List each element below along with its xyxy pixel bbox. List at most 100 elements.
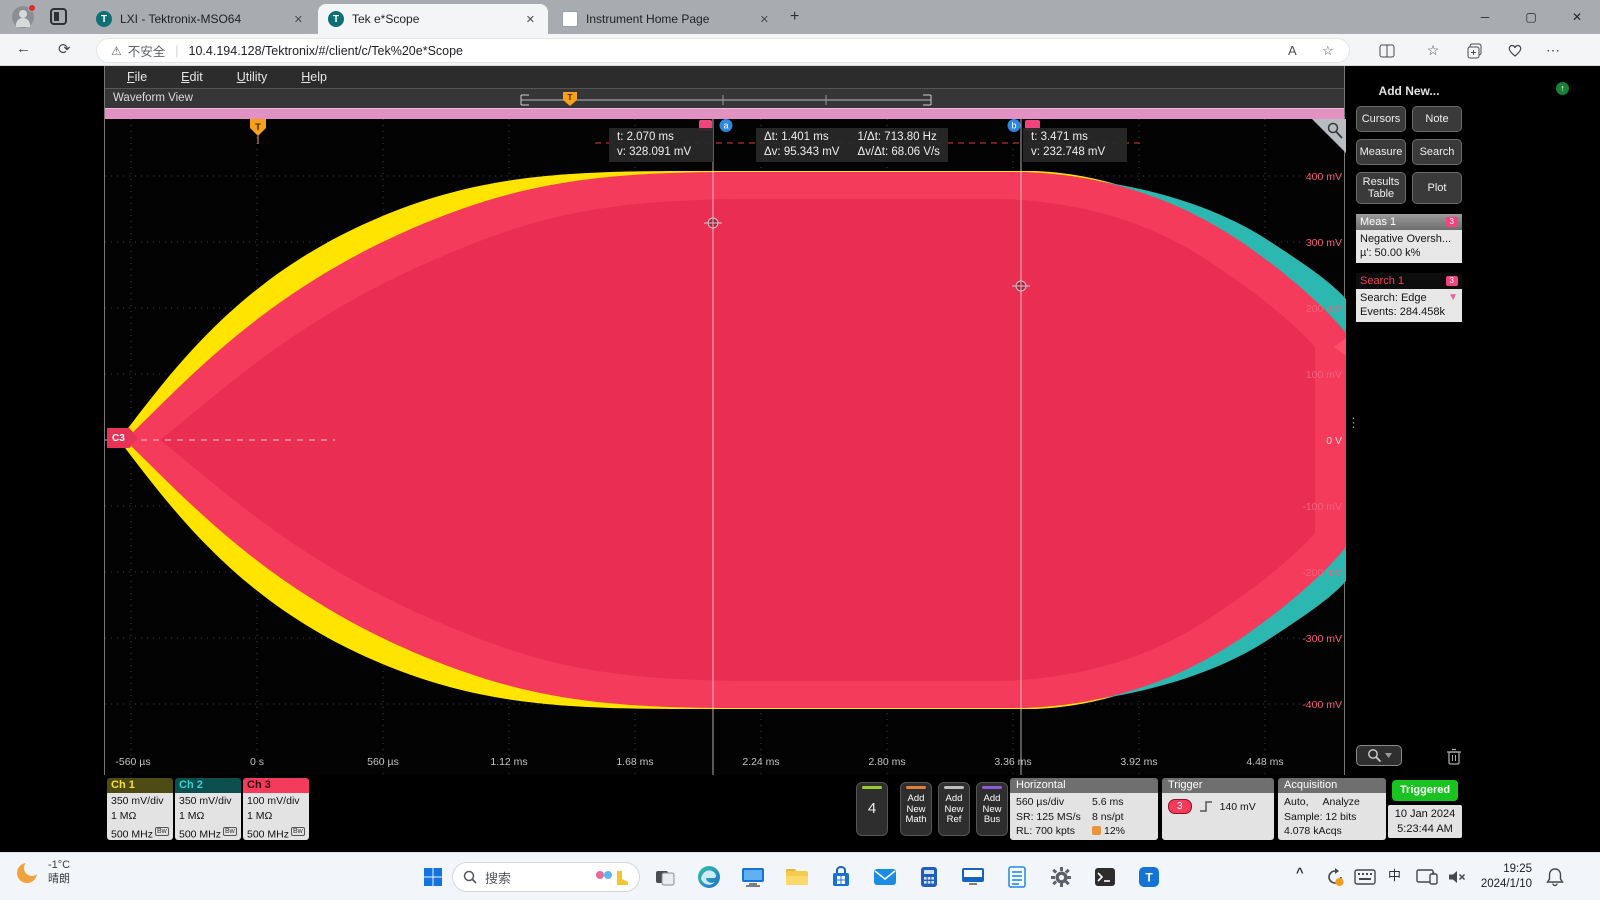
acquisition-title: Acquisition [1278,778,1386,793]
svg-text:560 µs: 560 µs [367,756,399,768]
mail-icon[interactable] [872,864,898,890]
zoom-mode-button[interactable] [1356,745,1402,766]
menu-utility[interactable]: Utility [237,70,268,84]
ch1-badge[interactable]: Ch 1 350 mV/div 1 MΩ 500 MHzBw [107,778,173,840]
menu-edit[interactable]: Edit [181,70,203,84]
results-table-button[interactable]: Results Table [1356,172,1406,204]
add-new-ref-button[interactable]: AddNewRef [938,782,970,836]
svg-text:-560 µs: -560 µs [115,756,150,768]
vertical-scroll-handle[interactable]: ⋮ [1347,418,1355,427]
ch3-badge[interactable]: Ch 3 100 mV/div 1 MΩ 500 MHzBw [243,778,309,840]
update-available-badge[interactable]: ↑ [1556,82,1569,95]
new-tab-button[interactable]: + [790,8,799,26]
tab-close-icon[interactable]: ✕ [757,13,772,26]
measure-button[interactable]: Measure [1356,139,1406,165]
notifications-bell-icon[interactable] [1542,864,1568,890]
search-placeholder: 搜索 [485,868,587,887]
search-button[interactable]: Search [1412,139,1462,165]
waveform-graticule[interactable]: T a [105,119,1344,775]
edge-icon[interactable] [696,864,722,890]
zoom-overview-strip[interactable] [105,108,1344,119]
taskbar-clock[interactable]: 19:25 2024/1/10 [1476,862,1532,892]
trigger-position-flag[interactable]: T [250,119,266,144]
ch2-badge[interactable]: Ch 2 350 mV/div 1 MΩ 500 MHzBw [175,778,241,840]
bandwidth-limit-icon: Bw [291,827,305,836]
plot-button[interactable]: Plot [1412,172,1462,204]
meas1-badge[interactable]: Meas 1 3 Negative Oversh... µ': 50.00 k% [1356,214,1462,263]
terminal-icon[interactable] [1092,864,1118,890]
menu-file[interactable]: File [127,70,147,84]
update-pending-icon[interactable] [1322,864,1348,890]
svg-text:0 s: 0 s [250,756,264,768]
add-new-math-button[interactable]: AddNewMath [900,782,932,836]
split-screen-icon[interactable] [1378,42,1396,60]
svg-text:2.80 ms: 2.80 ms [868,756,905,768]
tab-escope[interactable]: T Tek e*Scope ✕ [318,4,548,34]
menu-help[interactable]: Help [301,70,327,84]
tab-close-icon[interactable]: ✕ [523,13,538,26]
profile-avatar[interactable] [12,6,34,28]
back-button[interactable]: ← [16,40,31,57]
volume-muted-icon[interactable] [1444,864,1470,890]
horizontal-position-icon [1092,826,1101,835]
trigger-source-pill: 3 [1168,799,1192,814]
remote-display-icon[interactable] [960,864,986,890]
acquisition-badge[interactable]: Acquisition Auto, Analyze Sample: 12 bit… [1278,778,1386,840]
read-aloud-icon[interactable]: A [1288,43,1297,58]
cursor-delta-readout: Δt: 1.401 ms1/Δt: 713.80 Hz Δv: 95.343 m… [756,128,948,162]
teams-icon[interactable]: T [1136,864,1162,890]
caret-down-icon [1385,753,1392,758]
display-settings-icon[interactable] [740,864,766,890]
calculator-icon[interactable] [916,864,942,890]
file-explorer-icon[interactable] [784,864,810,890]
settings-icon[interactable] [1048,864,1074,890]
acquisition-analyze: Analyze [1323,795,1360,810]
acquisition-sample: Sample: 12 bits [1284,810,1380,825]
favorites-bar-icon[interactable]: ☆ [1424,42,1442,60]
svg-text:b: b [1011,121,1016,131]
record-overview-bar[interactable]: T [517,91,937,107]
favorite-star-icon[interactable]: ☆ [1322,43,1334,59]
cast-device-icon[interactable] [1414,864,1440,890]
meas1-name: Negative Oversh... [1360,232,1458,246]
search1-dropdown-icon[interactable]: ▼ [1448,291,1458,305]
tab-close-icon[interactable]: ✕ [291,13,306,26]
triggered-status: Triggered [1392,780,1458,801]
ime-indicator[interactable]: 中 [1388,865,1401,884]
maximize-button[interactable]: ▢ [1508,0,1554,34]
menu-bar: File Edit Utility Help [105,66,1344,88]
taskbar-search[interactable]: 搜索 [452,862,640,892]
minimize-button[interactable]: ─ [1462,0,1508,34]
search1-title: Search 1 [1360,275,1404,287]
horizontal-badge[interactable]: Horizontal 560 µs/div 5.6 ms SR: 125 MS/… [1010,778,1158,840]
trash-icon[interactable] [1446,747,1462,765]
task-view-icon[interactable] [652,864,678,890]
start-button[interactable] [420,864,446,890]
weather-widget[interactable]: -1°C 晴朗 [14,858,70,886]
close-button[interactable]: ✕ [1554,0,1600,34]
warning-icon: ⚠ [111,44,122,58]
collections-icon[interactable] [1466,42,1484,60]
workspaces-icon[interactable] [50,8,67,25]
search1-badge[interactable]: Search 1 3 Search: Edge ▼ Events: 284.45… [1356,273,1462,322]
refresh-button[interactable]: ⟳ [58,40,71,58]
zoom-grip-icon[interactable] [1312,119,1346,153]
touch-keyboard-icon[interactable] [1352,864,1378,890]
browser-essentials-icon[interactable] [1506,42,1524,60]
ch4-button[interactable]: 4 [856,782,888,836]
svg-text:-300 mV: -300 mV [1302,633,1342,645]
tab-lxi[interactable]: T LXI - Tektronix-MSO64 ✕ [86,4,316,34]
address-bar[interactable]: ⚠ 不安全 | 10.4.194.128/Tektronix/#/client/… [96,38,1350,63]
cursors-button[interactable]: Cursors [1356,106,1406,132]
url-text[interactable]: 10.4.194.128/Tektronix/#/client/c/Tek%20… [189,44,463,58]
note-button[interactable]: Note [1412,106,1462,132]
store-icon[interactable] [828,864,854,890]
trigger-badge[interactable]: Trigger 3 140 mV [1162,778,1274,840]
security-label[interactable]: 不安全 [128,41,166,60]
settings-more-icon[interactable]: ⋯ [1544,42,1562,60]
tray-chevron-up-icon[interactable]: ^ [1296,865,1304,880]
moon-icon [14,859,40,885]
notes-icon[interactable] [1004,864,1030,890]
add-new-bus-button[interactable]: AddNewBus [976,782,1008,836]
tab-instrument-home[interactable]: Instrument Home Page ✕ [552,4,782,34]
